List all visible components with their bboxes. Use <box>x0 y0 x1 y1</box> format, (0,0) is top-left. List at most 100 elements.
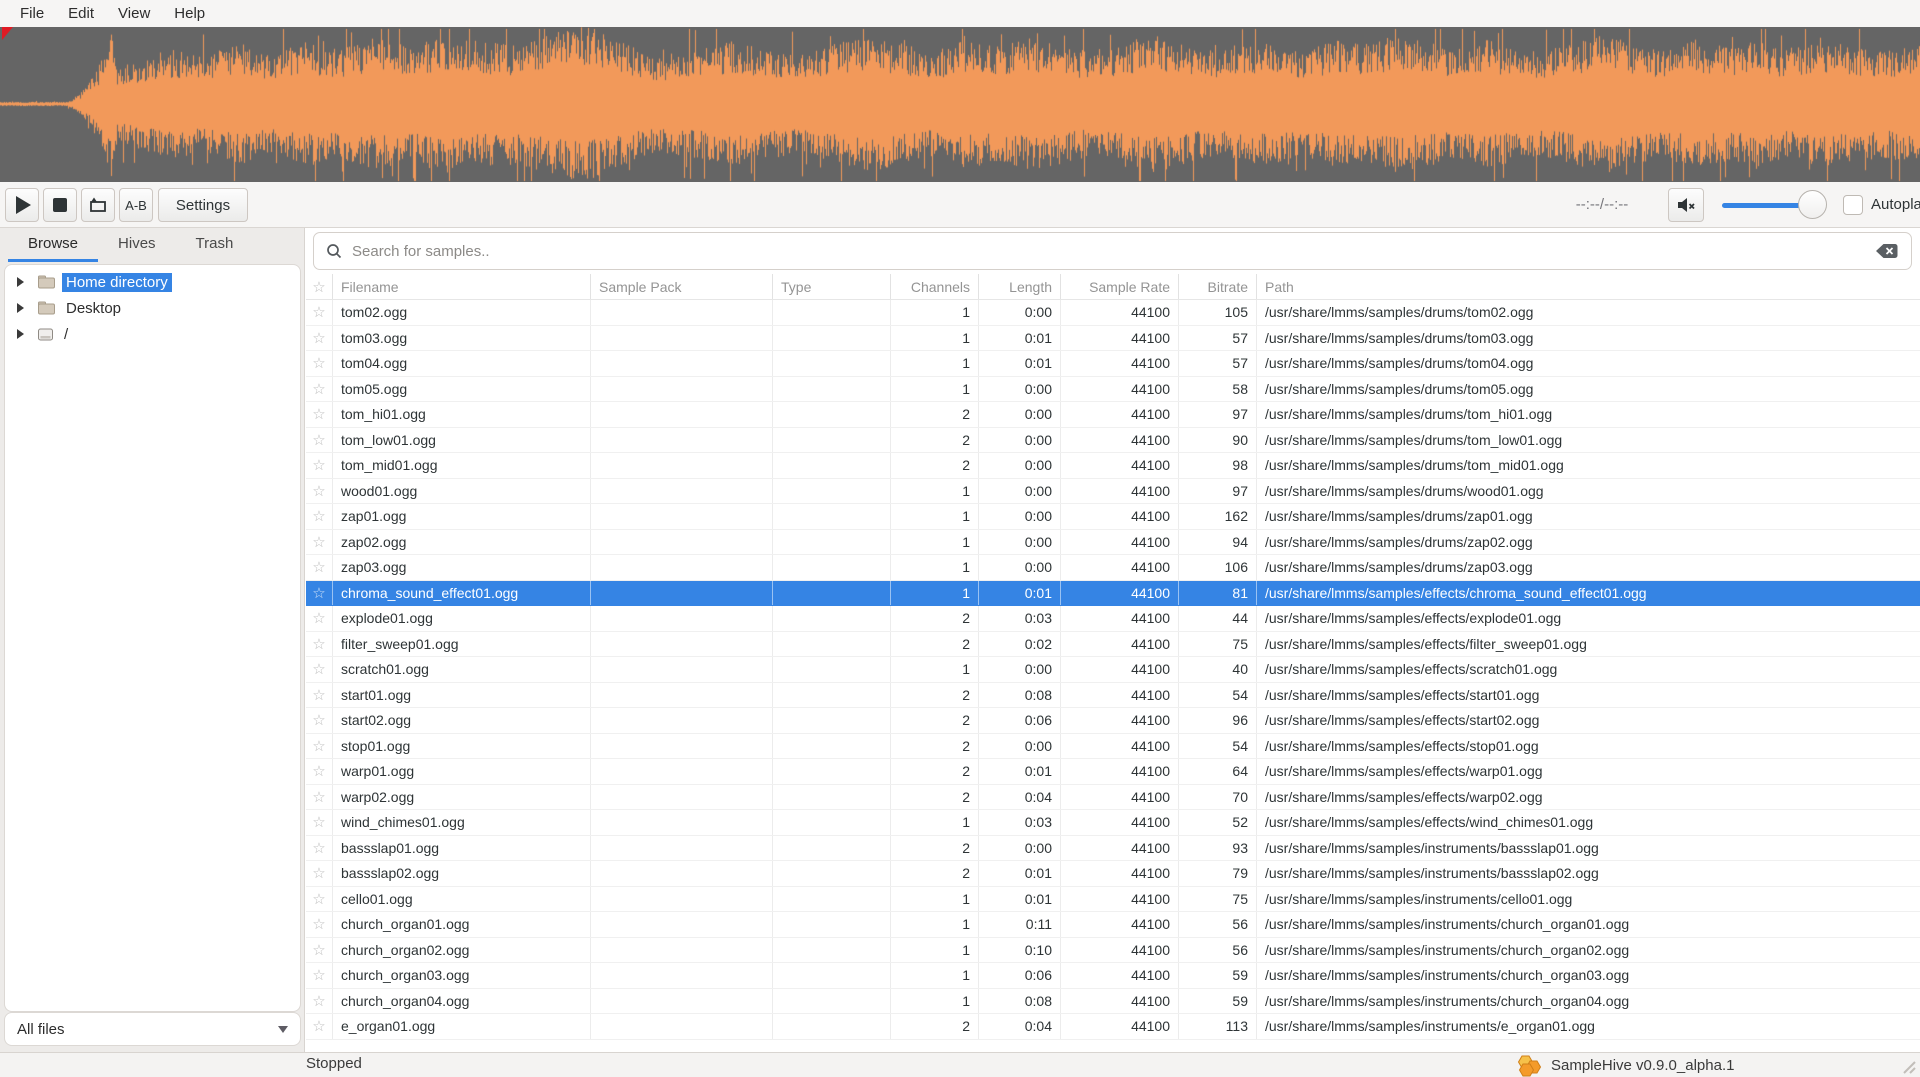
settings-button[interactable]: Settings <box>158 188 248 222</box>
favorite-star-icon[interactable]: ☆ <box>306 479 333 504</box>
table-row[interactable]: ☆explode01.ogg20:034410044/usr/share/lmm… <box>306 606 1920 632</box>
column-header-channels[interactable]: Channels <box>891 274 979 299</box>
table-row[interactable]: ☆bassslap02.ogg20:014410079/usr/share/lm… <box>306 861 1920 887</box>
favorite-star-icon[interactable]: ☆ <box>306 453 333 478</box>
column-header-sample-rate[interactable]: Sample Rate <box>1061 274 1179 299</box>
expand-arrow-icon[interactable] <box>17 303 24 313</box>
waveform-canvas[interactable] <box>0 27 1920 182</box>
favorite-star-icon[interactable]: ☆ <box>306 963 333 988</box>
favorite-star-icon[interactable]: ☆ <box>306 657 333 682</box>
column-header-bitrate[interactable]: Bitrate <box>1179 274 1257 299</box>
table-row[interactable]: ☆start02.ogg20:064410096/usr/share/lmms/… <box>306 708 1920 734</box>
cell-bitrate: 59 <box>1179 963 1257 988</box>
favorite-star-icon[interactable]: ☆ <box>306 530 333 555</box>
tree-item-home-directory[interactable]: Home directory <box>5 269 300 295</box>
table-row[interactable]: ☆church_organ02.ogg10:104410056/usr/shar… <box>306 938 1920 964</box>
favorite-star-icon[interactable]: ☆ <box>306 326 333 351</box>
table-row[interactable]: ☆tom_hi01.ogg20:004410097/usr/share/lmms… <box>306 402 1920 428</box>
table-row[interactable]: ☆warp02.ogg20:044410070/usr/share/lmms/s… <box>306 785 1920 811</box>
ab-loop-button[interactable]: A-B <box>119 188 153 222</box>
mute-button[interactable] <box>1668 188 1704 222</box>
play-button[interactable] <box>5 188 39 222</box>
menu-file[interactable]: File <box>8 3 56 25</box>
table-row[interactable]: ☆zap02.ogg10:004410094/usr/share/lmms/sa… <box>306 530 1920 556</box>
table-row[interactable]: ☆filter_sweep01.ogg20:024410075/usr/shar… <box>306 632 1920 658</box>
search-input[interactable]: Search for samples.. <box>313 232 1912 270</box>
cell-type <box>773 912 891 937</box>
autoplay-checkbox[interactable] <box>1843 195 1863 215</box>
favorite-star-icon[interactable]: ☆ <box>306 810 333 835</box>
table-row[interactable]: ☆cello01.ogg10:014410075/usr/share/lmms/… <box>306 887 1920 913</box>
favorite-star-icon[interactable]: ☆ <box>306 785 333 810</box>
tab-hives[interactable]: Hives <box>98 228 176 262</box>
tab-trash[interactable]: Trash <box>176 228 254 262</box>
menu-view[interactable]: View <box>106 3 162 25</box>
menu-edit[interactable]: Edit <box>56 3 106 25</box>
column-header-length[interactable]: Length <box>979 274 1061 299</box>
column-header-type[interactable]: Type <box>773 274 891 299</box>
table-row[interactable]: ☆church_organ04.ogg10:084410059/usr/shar… <box>306 989 1920 1015</box>
tab-browse[interactable]: Browse <box>8 228 98 262</box>
table-row[interactable]: ☆scratch01.ogg10:004410040/usr/share/lmm… <box>306 657 1920 683</box>
favorite-star-icon[interactable]: ☆ <box>306 683 333 708</box>
tree-item-desktop[interactable]: Desktop <box>5 295 300 321</box>
volume-slider-handle[interactable] <box>1798 190 1827 219</box>
favorite-star-icon[interactable]: ☆ <box>306 428 333 453</box>
table-row[interactable]: ☆start01.ogg20:084410054/usr/share/lmms/… <box>306 683 1920 709</box>
cell-path: /usr/share/lmms/samples/instruments/e_or… <box>1257 1014 1920 1039</box>
table-row[interactable]: ☆tom05.ogg10:004410058/usr/share/lmms/sa… <box>306 377 1920 403</box>
favorite-star-icon[interactable]: ☆ <box>306 402 333 427</box>
table-row[interactable]: ☆tom04.ogg10:014410057/usr/share/lmms/sa… <box>306 351 1920 377</box>
favorite-star-icon[interactable]: ☆ <box>306 912 333 937</box>
favorites-column-header[interactable]: ☆ <box>306 274 333 299</box>
favorite-star-icon[interactable]: ☆ <box>306 351 333 376</box>
favorite-star-icon[interactable]: ☆ <box>306 989 333 1014</box>
favorite-star-icon[interactable]: ☆ <box>306 377 333 402</box>
table-row[interactable]: ☆church_organ03.ogg10:064410059/usr/shar… <box>306 963 1920 989</box>
table-row[interactable]: ☆tom_low01.ogg20:004410090/usr/share/lmm… <box>306 428 1920 454</box>
cell-bitrate: 52 <box>1179 810 1257 835</box>
favorite-star-icon[interactable]: ☆ <box>306 938 333 963</box>
menu-help[interactable]: Help <box>162 3 217 25</box>
table-row[interactable]: ☆warp01.ogg20:014410064/usr/share/lmms/s… <box>306 759 1920 785</box>
favorite-star-icon[interactable]: ☆ <box>306 1014 333 1039</box>
cell-channels: 1 <box>891 657 979 682</box>
favorite-star-icon[interactable]: ☆ <box>306 581 333 606</box>
table-row[interactable]: ☆tom02.ogg10:0044100105/usr/share/lmms/s… <box>306 300 1920 326</box>
favorite-star-icon[interactable]: ☆ <box>306 861 333 886</box>
file-filter-dropdown[interactable]: All files <box>4 1012 301 1046</box>
column-header-sample-pack[interactable]: Sample Pack <box>591 274 773 299</box>
table-row[interactable]: ☆zap01.ogg10:0044100162/usr/share/lmms/s… <box>306 504 1920 530</box>
table-row[interactable]: ☆tom_mid01.ogg20:004410098/usr/share/lmm… <box>306 453 1920 479</box>
expand-arrow-icon[interactable] <box>17 329 24 339</box>
tree-item-root[interactable]: / <box>5 321 300 347</box>
favorite-star-icon[interactable]: ☆ <box>306 632 333 657</box>
loop-button[interactable] <box>81 188 115 222</box>
favorite-star-icon[interactable]: ☆ <box>306 555 333 580</box>
favorite-star-icon[interactable]: ☆ <box>306 887 333 912</box>
favorite-star-icon[interactable]: ☆ <box>306 708 333 733</box>
table-row[interactable]: ☆stop01.ogg20:004410054/usr/share/lmms/s… <box>306 734 1920 760</box>
expand-arrow-icon[interactable] <box>17 277 24 287</box>
waveform-panel[interactable] <box>0 27 1920 182</box>
favorite-star-icon[interactable]: ☆ <box>306 504 333 529</box>
clear-search-icon[interactable] <box>1874 242 1899 260</box>
column-header-filename[interactable]: Filename <box>333 274 591 299</box>
table-row[interactable]: ☆tom03.ogg10:014410057/usr/share/lmms/sa… <box>306 326 1920 352</box>
favorite-star-icon[interactable]: ☆ <box>306 734 333 759</box>
transport-toolbar: A-B Settings --:--/--:-- Autoplay <box>0 182 1920 228</box>
favorite-star-icon[interactable]: ☆ <box>306 759 333 784</box>
table-row[interactable]: ☆e_organ01.ogg20:0444100113/usr/share/lm… <box>306 1014 1920 1040</box>
table-row[interactable]: ☆wind_chimes01.ogg10:034410052/usr/share… <box>306 810 1920 836</box>
table-row[interactable]: ☆bassslap01.ogg20:004410093/usr/share/lm… <box>306 836 1920 862</box>
resize-grip[interactable] <box>1898 1056 1918 1076</box>
table-row[interactable]: ☆wood01.ogg10:004410097/usr/share/lmms/s… <box>306 479 1920 505</box>
table-row[interactable]: ☆zap03.ogg10:0044100106/usr/share/lmms/s… <box>306 555 1920 581</box>
favorite-star-icon[interactable]: ☆ <box>306 836 333 861</box>
table-row[interactable]: ☆chroma_sound_effect01.ogg10:014410081/u… <box>306 581 1920 607</box>
stop-button[interactable] <box>43 188 77 222</box>
column-header-path[interactable]: Path <box>1257 274 1920 299</box>
favorite-star-icon[interactable]: ☆ <box>306 606 333 631</box>
table-row[interactable]: ☆church_organ01.ogg10:114410056/usr/shar… <box>306 912 1920 938</box>
favorite-star-icon[interactable]: ☆ <box>306 300 333 325</box>
